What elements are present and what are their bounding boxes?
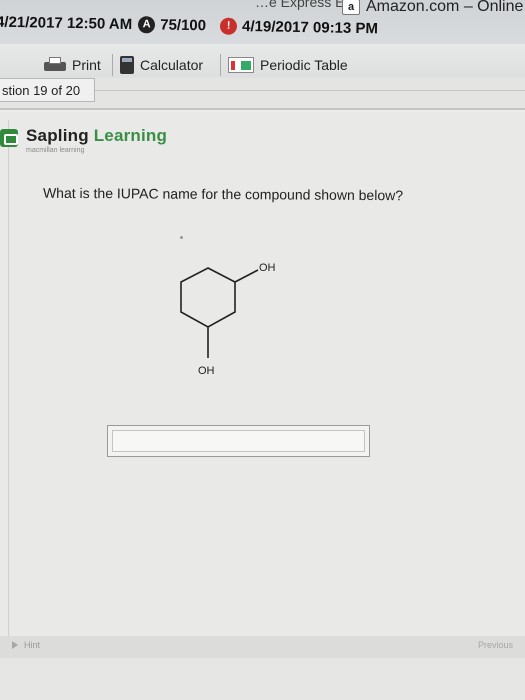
browser-bookmark-bar: …e Express E… a Amazon.com – Online 4/21…: [0, 0, 525, 44]
due-date-left: 4/21/2017 12:50 AM: [0, 13, 133, 33]
cyclohexane-ring: [180, 267, 236, 328]
brand-name-part1: Sapling: [26, 126, 94, 145]
answer-input[interactable]: [112, 430, 365, 452]
play-arrow-icon: [12, 641, 18, 649]
brand-tagline: macmillan learning: [26, 147, 85, 154]
question-text: What is the IUPAC name for the compound …: [42, 184, 404, 204]
periodic-table-icon: [228, 57, 254, 73]
stray-dot: [180, 236, 183, 239]
print-button[interactable]: Print: [44, 54, 101, 76]
question-footer: Hint Previous: [0, 636, 525, 658]
assignment-status-strip: 4/21/2017 12:50 AM A 75/100 ! 4/19/2017 …: [0, 11, 378, 40]
question-counter: stion 19 of 20: [0, 78, 95, 102]
hydroxyl-label-top: OH: [259, 262, 276, 274]
question-nav-bar: stion 19 of 20: [0, 78, 525, 110]
printer-icon: [44, 57, 66, 73]
nav-divider: [95, 90, 525, 91]
hint-button[interactable]: Hint: [12, 640, 40, 650]
toolbar-divider: [112, 54, 113, 76]
amazon-tab-label: Amazon.com – Online: [366, 0, 524, 15]
hint-label: Hint: [24, 640, 41, 650]
score-text: 75/100: [160, 16, 207, 34]
brand-name-part2: Learning: [93, 126, 168, 145]
late-badge-icon: !: [219, 17, 238, 35]
calculator-label: Calculator: [140, 57, 204, 73]
toolbar-divider: [220, 54, 221, 76]
previous-button[interactable]: Previous: [478, 640, 513, 650]
answer-box: [107, 425, 370, 457]
print-label: Print: [72, 57, 101, 73]
sapling-logo: Sapling Learning macmillan learning: [0, 126, 167, 154]
amazon-icon: a: [342, 0, 360, 15]
periodic-table-button[interactable]: Periodic Table: [228, 54, 348, 76]
molecule-structure: OH OH: [180, 262, 276, 377]
hydroxyl-label-bottom: OH: [198, 365, 215, 377]
panel-border: [8, 120, 525, 700]
sapling-logo-icon: [0, 129, 18, 147]
calculator-icon: [120, 56, 134, 74]
browser-tab-amazon[interactable]: a Amazon.com – Online: [342, 0, 523, 18]
periodic-table-label: Periodic Table: [260, 57, 348, 73]
bond-oh-top: [234, 269, 259, 283]
calculator-button[interactable]: Calculator: [120, 54, 203, 76]
due-date-right: 4/19/2017 09:13 PM: [241, 17, 379, 37]
grade-badge-icon: A: [138, 15, 156, 33]
footer-background: [0, 658, 525, 700]
